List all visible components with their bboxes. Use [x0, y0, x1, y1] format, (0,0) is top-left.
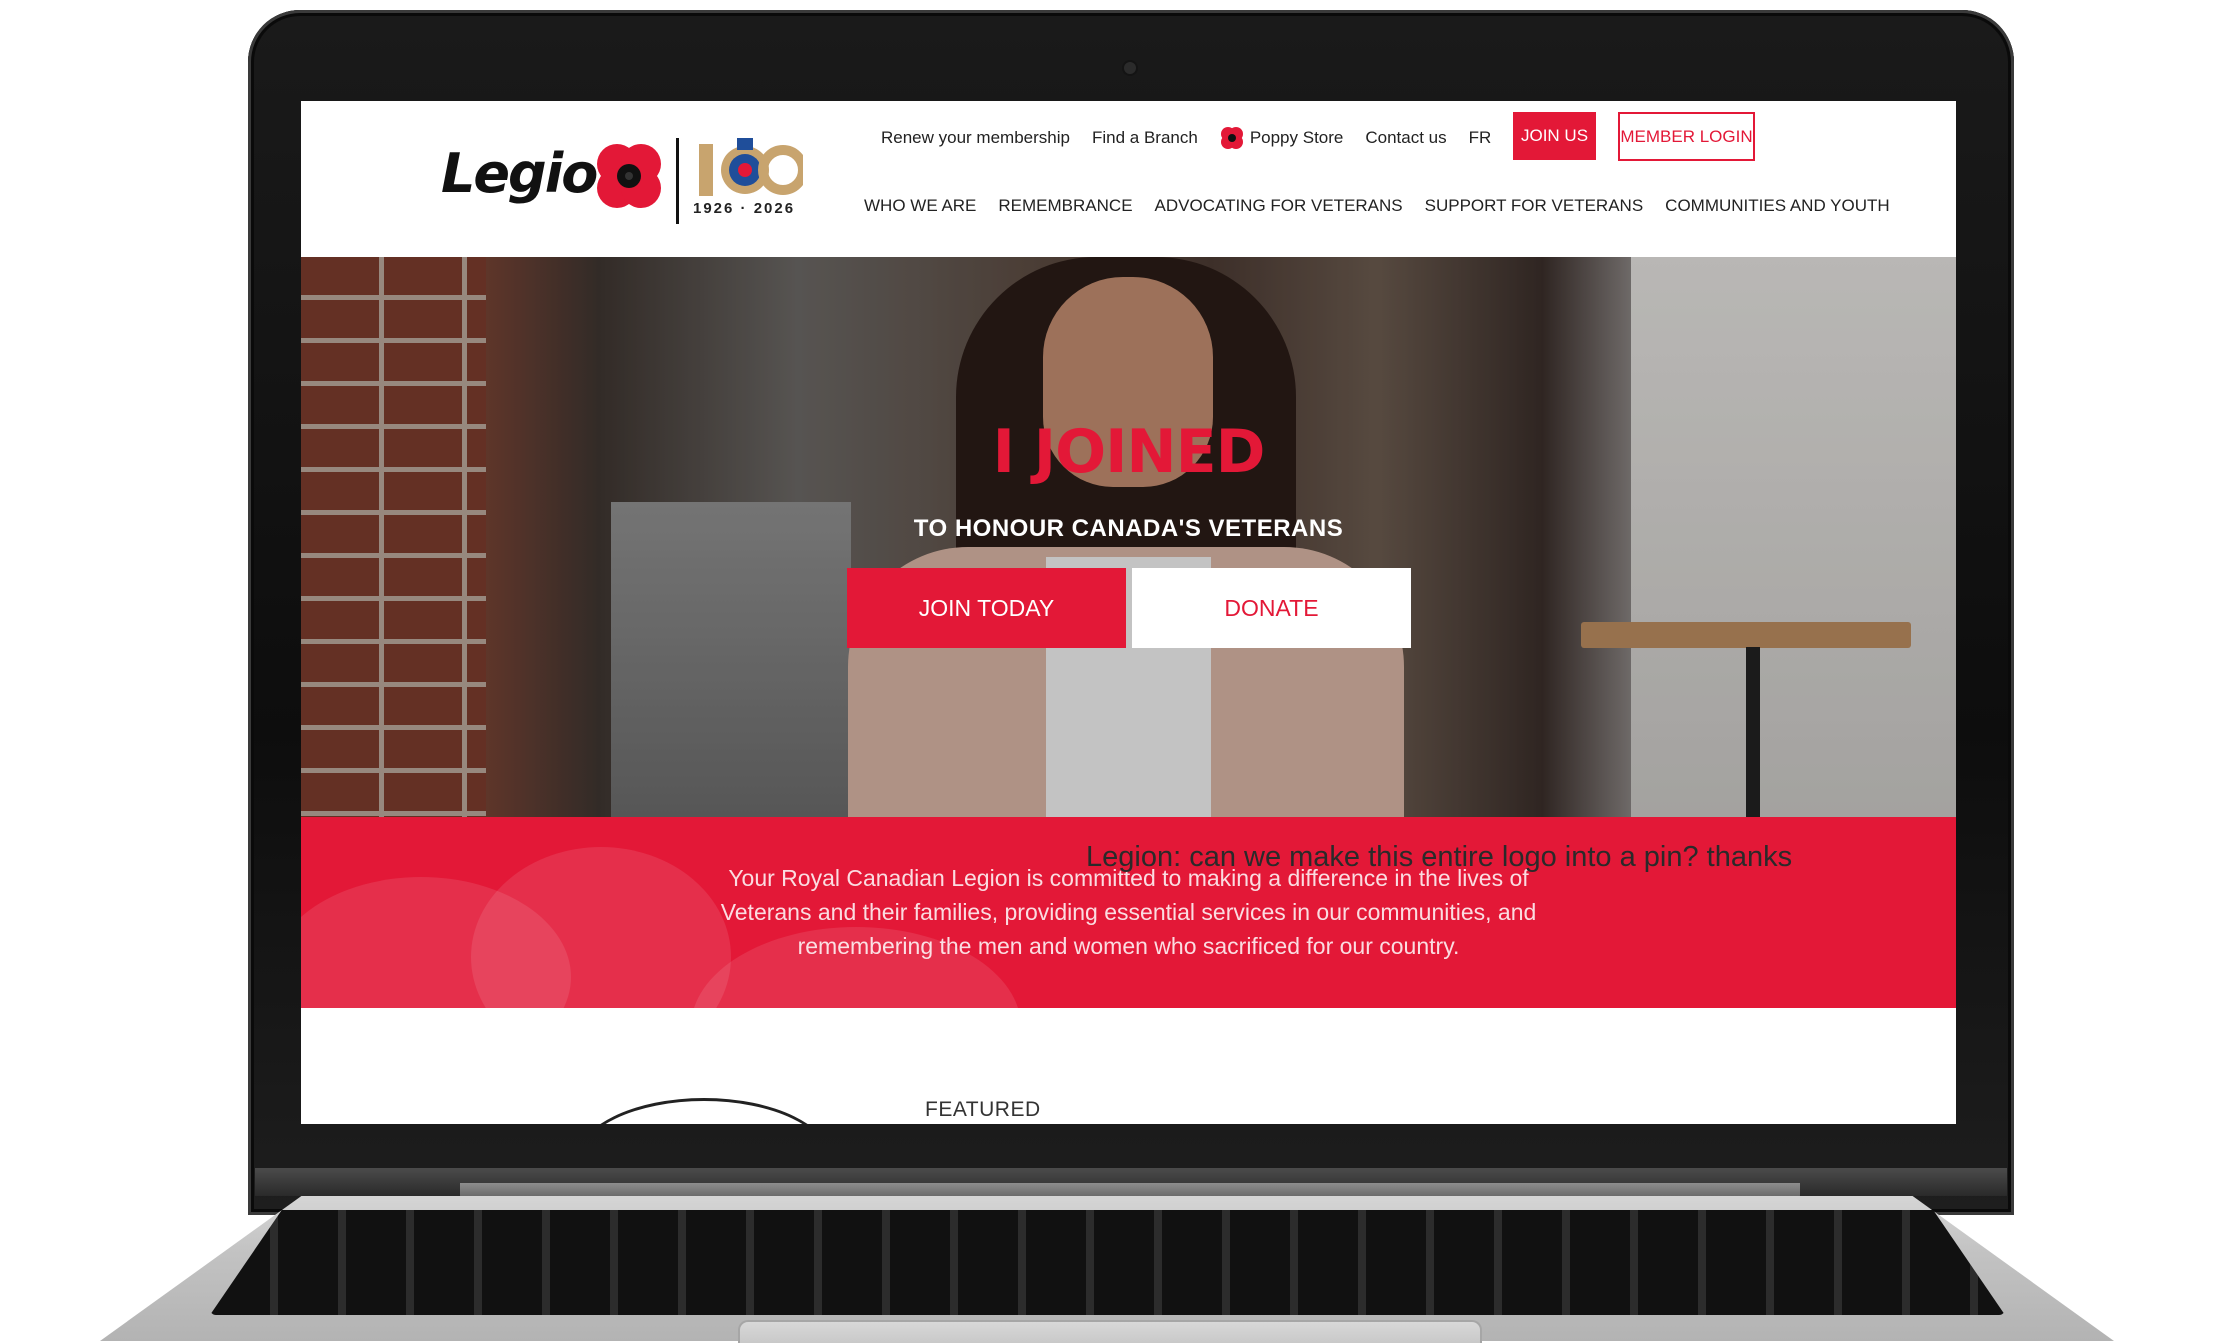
find-branch-label: Find a Branch	[1091, 128, 1198, 147]
centennial-100-icon	[699, 138, 803, 196]
nav-advocating-for-veterans[interactable]: ADVOCATING FOR VETERANS	[1155, 196, 1403, 216]
legion-logo[interactable]: Legion 1926 · 2026	[441, 136, 819, 228]
decorative-cloud	[471, 847, 731, 1008]
hero-banner: I JOINED TO HONOUR CANADA'S VETERANS JOI…	[301, 257, 1956, 817]
poppy-store-link[interactable]: Poppy Store	[1220, 126, 1344, 150]
join-today-button[interactable]: JOIN TODAY	[847, 568, 1126, 648]
featured-heading: FEATURED	[925, 1098, 1041, 1121]
poppy-icon	[597, 144, 661, 208]
mission-statement: Your Royal Canadian Legion is committed …	[720, 865, 1537, 959]
nav-communities-and-youth[interactable]: COMMUNITIES AND YOUTH	[1665, 196, 1889, 216]
laptop-keyboard	[210, 1210, 2005, 1315]
featured-section: FEATURED	[301, 1008, 1956, 1124]
logo-divider	[676, 138, 679, 224]
join-us-button[interactable]: JOIN US	[1513, 112, 1596, 160]
poppy-store-label: Poppy Store	[1249, 128, 1344, 147]
hero-subtitle: TO HONOUR CANADA'S VETERANS	[913, 515, 1344, 542]
utility-nav: Renew your membership Find a Branch Popp…	[881, 125, 1513, 151]
contact-us-link[interactable]: Contact us	[1365, 128, 1446, 148]
donate-button[interactable]: DONATE	[1132, 568, 1411, 648]
laptop-trackpad	[738, 1320, 1482, 1343]
renew-membership-link[interactable]: Renew your membership	[881, 128, 1070, 148]
renew-membership-label: Renew your membership	[881, 128, 1070, 147]
site-header: Legion 1926 · 2026 Renew your membership…	[301, 101, 1956, 257]
find-branch-link[interactable]: Find a Branch	[1092, 128, 1198, 148]
language-fr-link[interactable]: FR	[1469, 128, 1492, 148]
nav-remembrance[interactable]: REMEMBRANCE	[998, 196, 1132, 216]
main-nav: WHO WE ARE REMEMBRANCE ADVOCATING FOR VE…	[864, 193, 1912, 219]
contact-us-label: Contact us	[1365, 128, 1447, 147]
nav-who-we-are[interactable]: WHO WE ARE	[864, 196, 976, 216]
member-login-button[interactable]: MEMBER LOGIN	[1618, 112, 1755, 161]
webcam-icon	[1124, 62, 1136, 74]
logo-years: 1926 · 2026	[693, 200, 796, 217]
laptop-screen: Legion 1926 · 2026 Renew your membership…	[301, 101, 1956, 1124]
annotation-comment: Legion: can we make this entire logo int…	[1086, 841, 1793, 873]
poppy-icon	[1220, 127, 1243, 149]
nav-support-for-veterans[interactable]: SUPPORT FOR VETERANS	[1425, 196, 1644, 216]
hero-title: I JOINED	[992, 417, 1266, 487]
language-fr-label: FR	[1468, 128, 1492, 147]
mission-band: Your Royal Canadian Legion is committed …	[301, 817, 1956, 1008]
featured-image-arc	[576, 1098, 832, 1124]
